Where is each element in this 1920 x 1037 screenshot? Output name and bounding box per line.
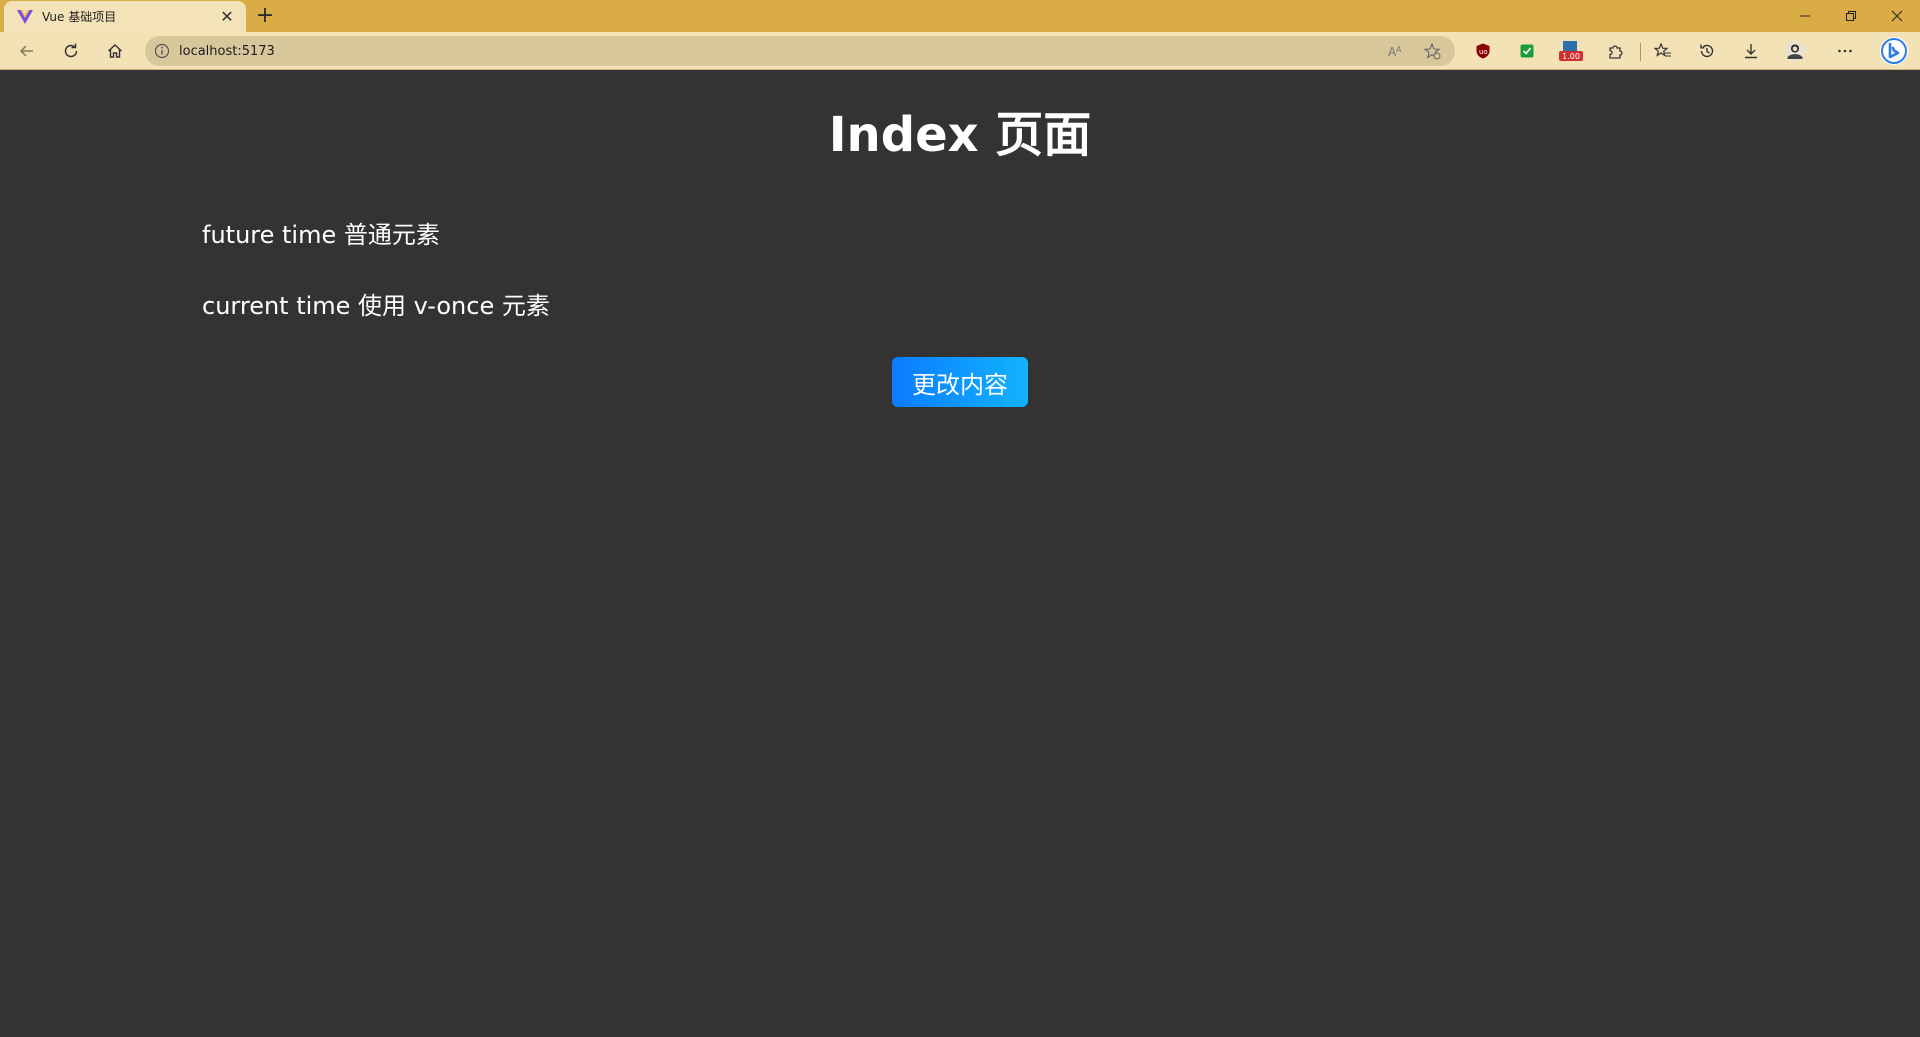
browser-tab[interactable]: Vue 基础项目 ✕ [4, 1, 246, 32]
url-text[interactable]: localhost:5173 [179, 44, 1455, 59]
close-window-icon[interactable] [1874, 0, 1920, 32]
history-icon[interactable] [1692, 37, 1722, 65]
future-time-text: future time 普通元素 [202, 221, 440, 249]
profile-avatar[interactable] [1780, 37, 1810, 65]
page-content: Index 页面 future time 普通元素 current time 使… [0, 71, 1920, 1037]
change-content-button[interactable]: 更改内容 [892, 357, 1028, 407]
badge-extension-icon[interactable]: 1.00 [1556, 37, 1586, 65]
page-title: Index 页面 [828, 107, 1092, 163]
green-extension-icon[interactable] [1512, 37, 1542, 65]
address-bar[interactable]: localhost:5173 AA [145, 36, 1455, 66]
close-tab-icon[interactable]: ✕ [218, 7, 236, 26]
ublock-extension-icon[interactable]: uo [1468, 37, 1498, 65]
bing-copilot-icon[interactable] [1876, 35, 1912, 67]
downloads-icon[interactable] [1736, 37, 1766, 65]
refresh-icon[interactable] [56, 37, 86, 65]
favorites-icon[interactable] [1648, 37, 1678, 65]
extensions-puzzle-icon[interactable] [1600, 37, 1630, 65]
current-time-text: current time 使用 v-once 元素 [202, 292, 550, 320]
read-aloud-icon[interactable]: AA [1381, 36, 1411, 66]
svg-text:A: A [1396, 45, 1402, 54]
browser-toolbar: localhost:5173 AA uo 1.00 [0, 32, 1920, 70]
site-info-icon[interactable] [145, 43, 179, 59]
tab-bar: Vue 基础项目 ✕ + [0, 0, 1920, 32]
vue-logo-icon [16, 8, 34, 26]
add-favorite-icon[interactable] [1417, 36, 1447, 66]
svg-text:uo: uo [1479, 48, 1488, 56]
minimize-icon[interactable] [1782, 0, 1828, 32]
back-icon[interactable] [12, 37, 42, 65]
more-options-icon[interactable] [1830, 37, 1860, 65]
home-icon[interactable] [100, 37, 130, 65]
new-tab-icon[interactable]: + [252, 3, 278, 29]
restore-icon[interactable] [1828, 0, 1874, 32]
extension-badge-text: 1.00 [1562, 52, 1580, 61]
toolbar-divider [1640, 43, 1641, 61]
tab-title: Vue 基础项目 [42, 10, 117, 24]
